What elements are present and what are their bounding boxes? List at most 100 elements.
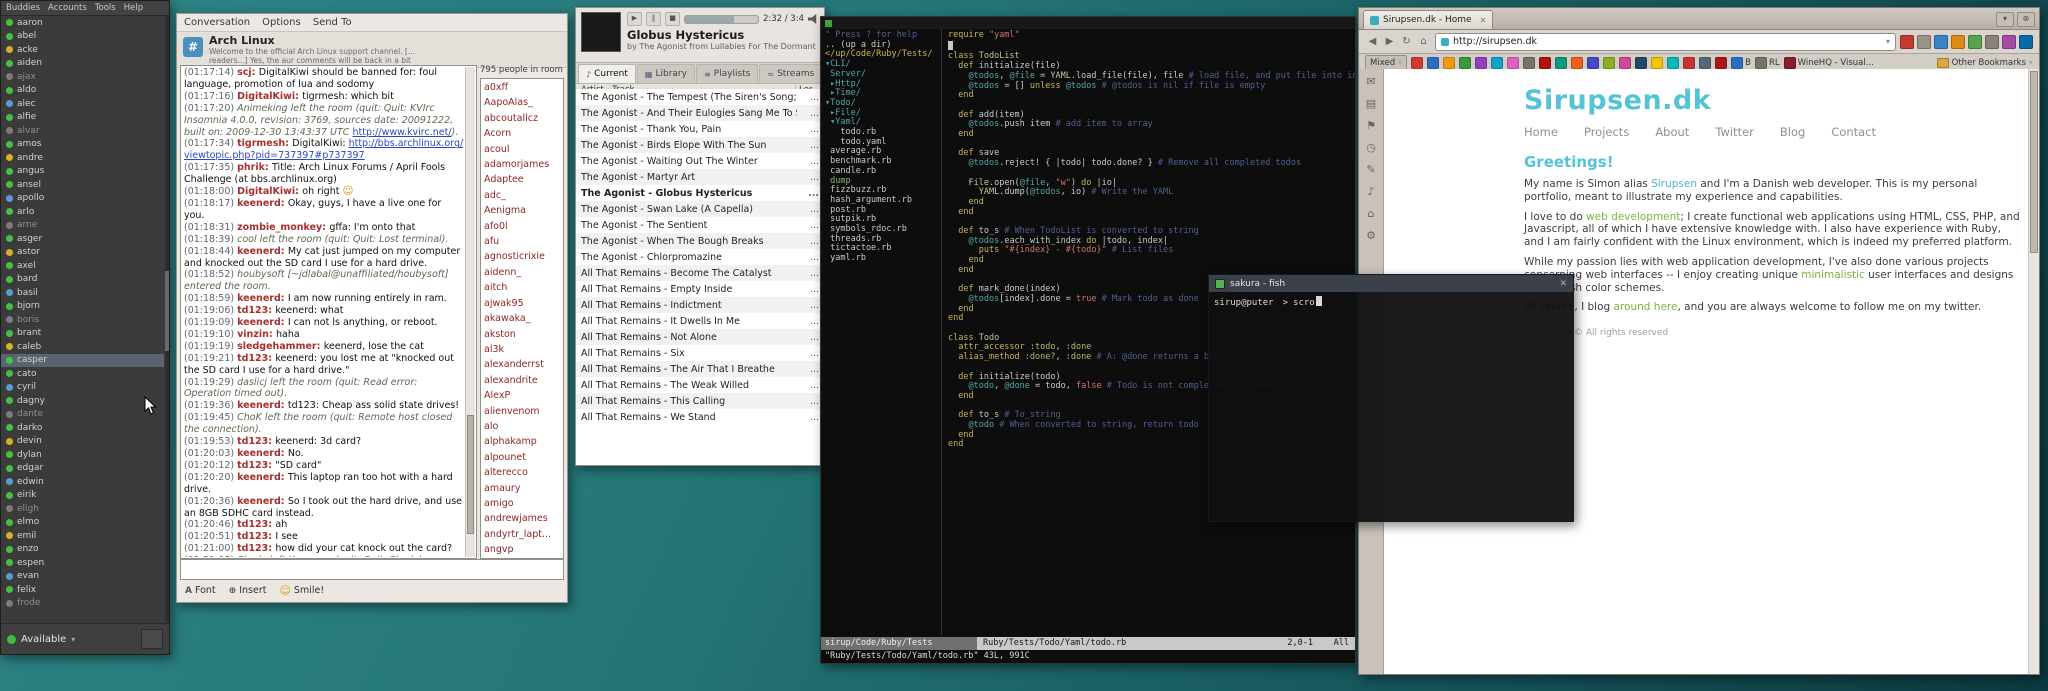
playlist-row[interactable]: All That Remains - Indictment...: [576, 297, 824, 313]
user-list-item[interactable]: afu: [484, 234, 560, 249]
playlist-row[interactable]: All That Remains - The Weak Willed...: [576, 377, 824, 393]
menu-item-options[interactable]: Options: [262, 17, 301, 28]
nav-link-blog[interactable]: Blog: [1780, 125, 1805, 139]
buddy-item[interactable]: enzo: [1, 543, 164, 557]
bookmark-favicon-6[interactable]: [1491, 56, 1504, 69]
closed-tabs-icon[interactable]: ⊗: [2017, 12, 2035, 27]
user-list-item[interactable]: Adaptee: [484, 172, 560, 187]
playlist-row[interactable]: The Agonist - When The Bough Breaks...: [576, 233, 824, 249]
bookmark-favicon-13[interactable]: [1603, 56, 1616, 69]
buddy-item[interactable]: aldo: [1, 84, 164, 98]
menu-item-buddies[interactable]: Buddies: [6, 3, 40, 13]
buddy-item[interactable]: axel: [1, 259, 164, 273]
buddy-item[interactable]: edwin: [1, 475, 164, 489]
user-list-item[interactable]: agnosticrixie: [484, 249, 560, 264]
nav-link-home[interactable]: Home: [1524, 125, 1558, 139]
bookmark-favicon-16[interactable]: [1651, 56, 1664, 69]
toolbar-extension-icon-2[interactable]: [1917, 34, 1931, 49]
toolbar-extension-icon-4[interactable]: [1951, 34, 1965, 49]
user-list-item[interactable]: Aenigma: [484, 203, 560, 218]
user-list-item[interactable]: amigo: [484, 496, 560, 511]
user-list-item[interactable]: alexanderrst: [484, 357, 560, 372]
tab-playlists[interactable]: ≡ Playlists: [695, 64, 759, 83]
bookmark-favicon-17[interactable]: [1667, 56, 1680, 69]
playlist-row[interactable]: The Agonist - Swan Lake (A Capella)...: [576, 201, 824, 217]
user-list-item[interactable]: alpounet: [484, 450, 560, 465]
buddy-item[interactable]: aiden: [1, 57, 164, 71]
tab-current[interactable]: ♪ Current: [578, 64, 636, 83]
menu-item-conversation[interactable]: Conversation: [184, 17, 250, 28]
bookmark-item[interactable]: B: [1731, 56, 1751, 69]
buddy-item[interactable]: cato: [1, 367, 164, 381]
bookmark-favicon-8[interactable]: [1523, 56, 1536, 69]
playlist-row[interactable]: The Agonist - Globus Hystericus...: [576, 185, 824, 201]
stop-button[interactable]: ■: [665, 12, 680, 26]
buddy-item[interactable]: eligh: [1, 502, 164, 516]
toolbar-extension-icon-3[interactable]: [1934, 34, 1948, 49]
playlist-row[interactable]: All That Remains - The Air That I Breath…: [576, 361, 824, 377]
menu-item-send-to[interactable]: Send To: [313, 17, 352, 28]
playlist-row[interactable]: The Agonist - The Sentient...: [576, 217, 824, 233]
menu-item-tools[interactable]: Tools: [95, 3, 116, 13]
toolbar-extension-icon-5[interactable]: [1968, 34, 1982, 49]
buddy-item[interactable]: alfie: [1, 111, 164, 125]
buddy-item[interactable]: basil: [1, 286, 164, 300]
nav-link-contact[interactable]: Contact: [1831, 125, 1876, 139]
playlist-row[interactable]: All That Remains - We Stand...: [576, 409, 824, 425]
user-list-item[interactable]: amaury: [484, 481, 560, 496]
window-titlebar[interactable]: sakura - fish ✕: [1209, 275, 1573, 292]
user-list-item[interactable]: alphakamp: [484, 434, 560, 449]
buddy-item[interactable]: alec: [1, 97, 164, 111]
user-list-item[interactable]: aitch: [484, 280, 560, 295]
page-link[interactable]: Sirupsen: [1651, 178, 1697, 190]
toolbar-extension-icon-1[interactable]: [1900, 34, 1914, 49]
browser-tab[interactable]: Sirupsen.dk - Home ✕: [1363, 10, 1494, 29]
user-list-item[interactable]: alexandrite: [484, 373, 560, 388]
buddy-item[interactable]: angus: [1, 165, 164, 179]
playlist-row[interactable]: The Agonist - Birds Elope With The Sun..…: [576, 137, 824, 153]
buddy-item[interactable]: aaron: [1, 16, 164, 30]
buddy-item[interactable]: espen: [1, 556, 164, 570]
volume-icon[interactable]: [808, 14, 817, 24]
forward-button[interactable]: ▶: [1382, 36, 1397, 47]
buddy-item[interactable]: boris: [1, 313, 164, 327]
user-list-item[interactable]: a0xff: [484, 80, 560, 95]
bookmark-favicon-11[interactable]: [1571, 56, 1584, 69]
page-link[interactable]: minimalistic: [1801, 269, 1865, 281]
playlist-row[interactable]: All That Remains - Six...: [576, 345, 824, 361]
tab-library[interactable]: ▦ Library: [636, 64, 695, 83]
playlist-row[interactable]: All That Remains - It Dwells In Me...: [576, 313, 824, 329]
bookmark-favicon-20[interactable]: [1715, 56, 1728, 69]
toolbar-button-smile[interactable]: ☺ Smile!: [279, 584, 324, 597]
user-list-item[interactable]: akston: [484, 327, 560, 342]
user-list-item[interactable]: abcoutallcz: [484, 111, 560, 126]
reload-button[interactable]: ↻: [1399, 36, 1414, 47]
links-panel-icon[interactable]: ✎: [1366, 163, 1375, 176]
scrollbar-thumb[interactable]: [2030, 71, 2038, 253]
buddy-item[interactable]: andre: [1, 151, 164, 165]
buddy-list-scrollbar[interactable]: [165, 16, 169, 623]
panel-selector[interactable]: Mixed ▾: [1365, 55, 1408, 70]
buddy-item[interactable]: darko: [1, 421, 164, 435]
buddy-item[interactable]: abel: [1, 30, 164, 44]
buddy-icon-box[interactable]: [141, 629, 163, 649]
user-list-item[interactable]: alo: [484, 419, 560, 434]
bookmark-item[interactable]: WineHQ - Visual...: [1783, 56, 1874, 69]
nav-link-twitter[interactable]: Twitter: [1715, 125, 1754, 139]
bookmark-favicon-5[interactable]: [1475, 56, 1488, 69]
user-list-item[interactable]: andyrtr_lapt...: [484, 527, 560, 542]
buddy-item[interactable]: caleb: [1, 340, 164, 354]
buddy-item[interactable]: dylan: [1, 448, 164, 462]
back-button[interactable]: ◀: [1365, 36, 1380, 47]
bookmark-item[interactable]: RL: [1754, 56, 1780, 69]
user-list-item[interactable]: AlexP: [484, 388, 560, 403]
seek-slider[interactable]: [684, 14, 759, 24]
bookmark-favicon-15[interactable]: [1635, 56, 1648, 69]
user-list-item[interactable]: afo0l: [484, 219, 560, 234]
home-button[interactable]: ⌂: [1416, 36, 1431, 47]
terminal-content[interactable]: sirup@puter > scro: [1209, 292, 1573, 521]
chat-scrollbar[interactable]: [465, 67, 475, 557]
buddy-item[interactable]: arne: [1, 219, 164, 233]
tree-item[interactable]: yaml.rb: [825, 253, 941, 264]
bookmark-favicon-12[interactable]: [1587, 56, 1600, 69]
